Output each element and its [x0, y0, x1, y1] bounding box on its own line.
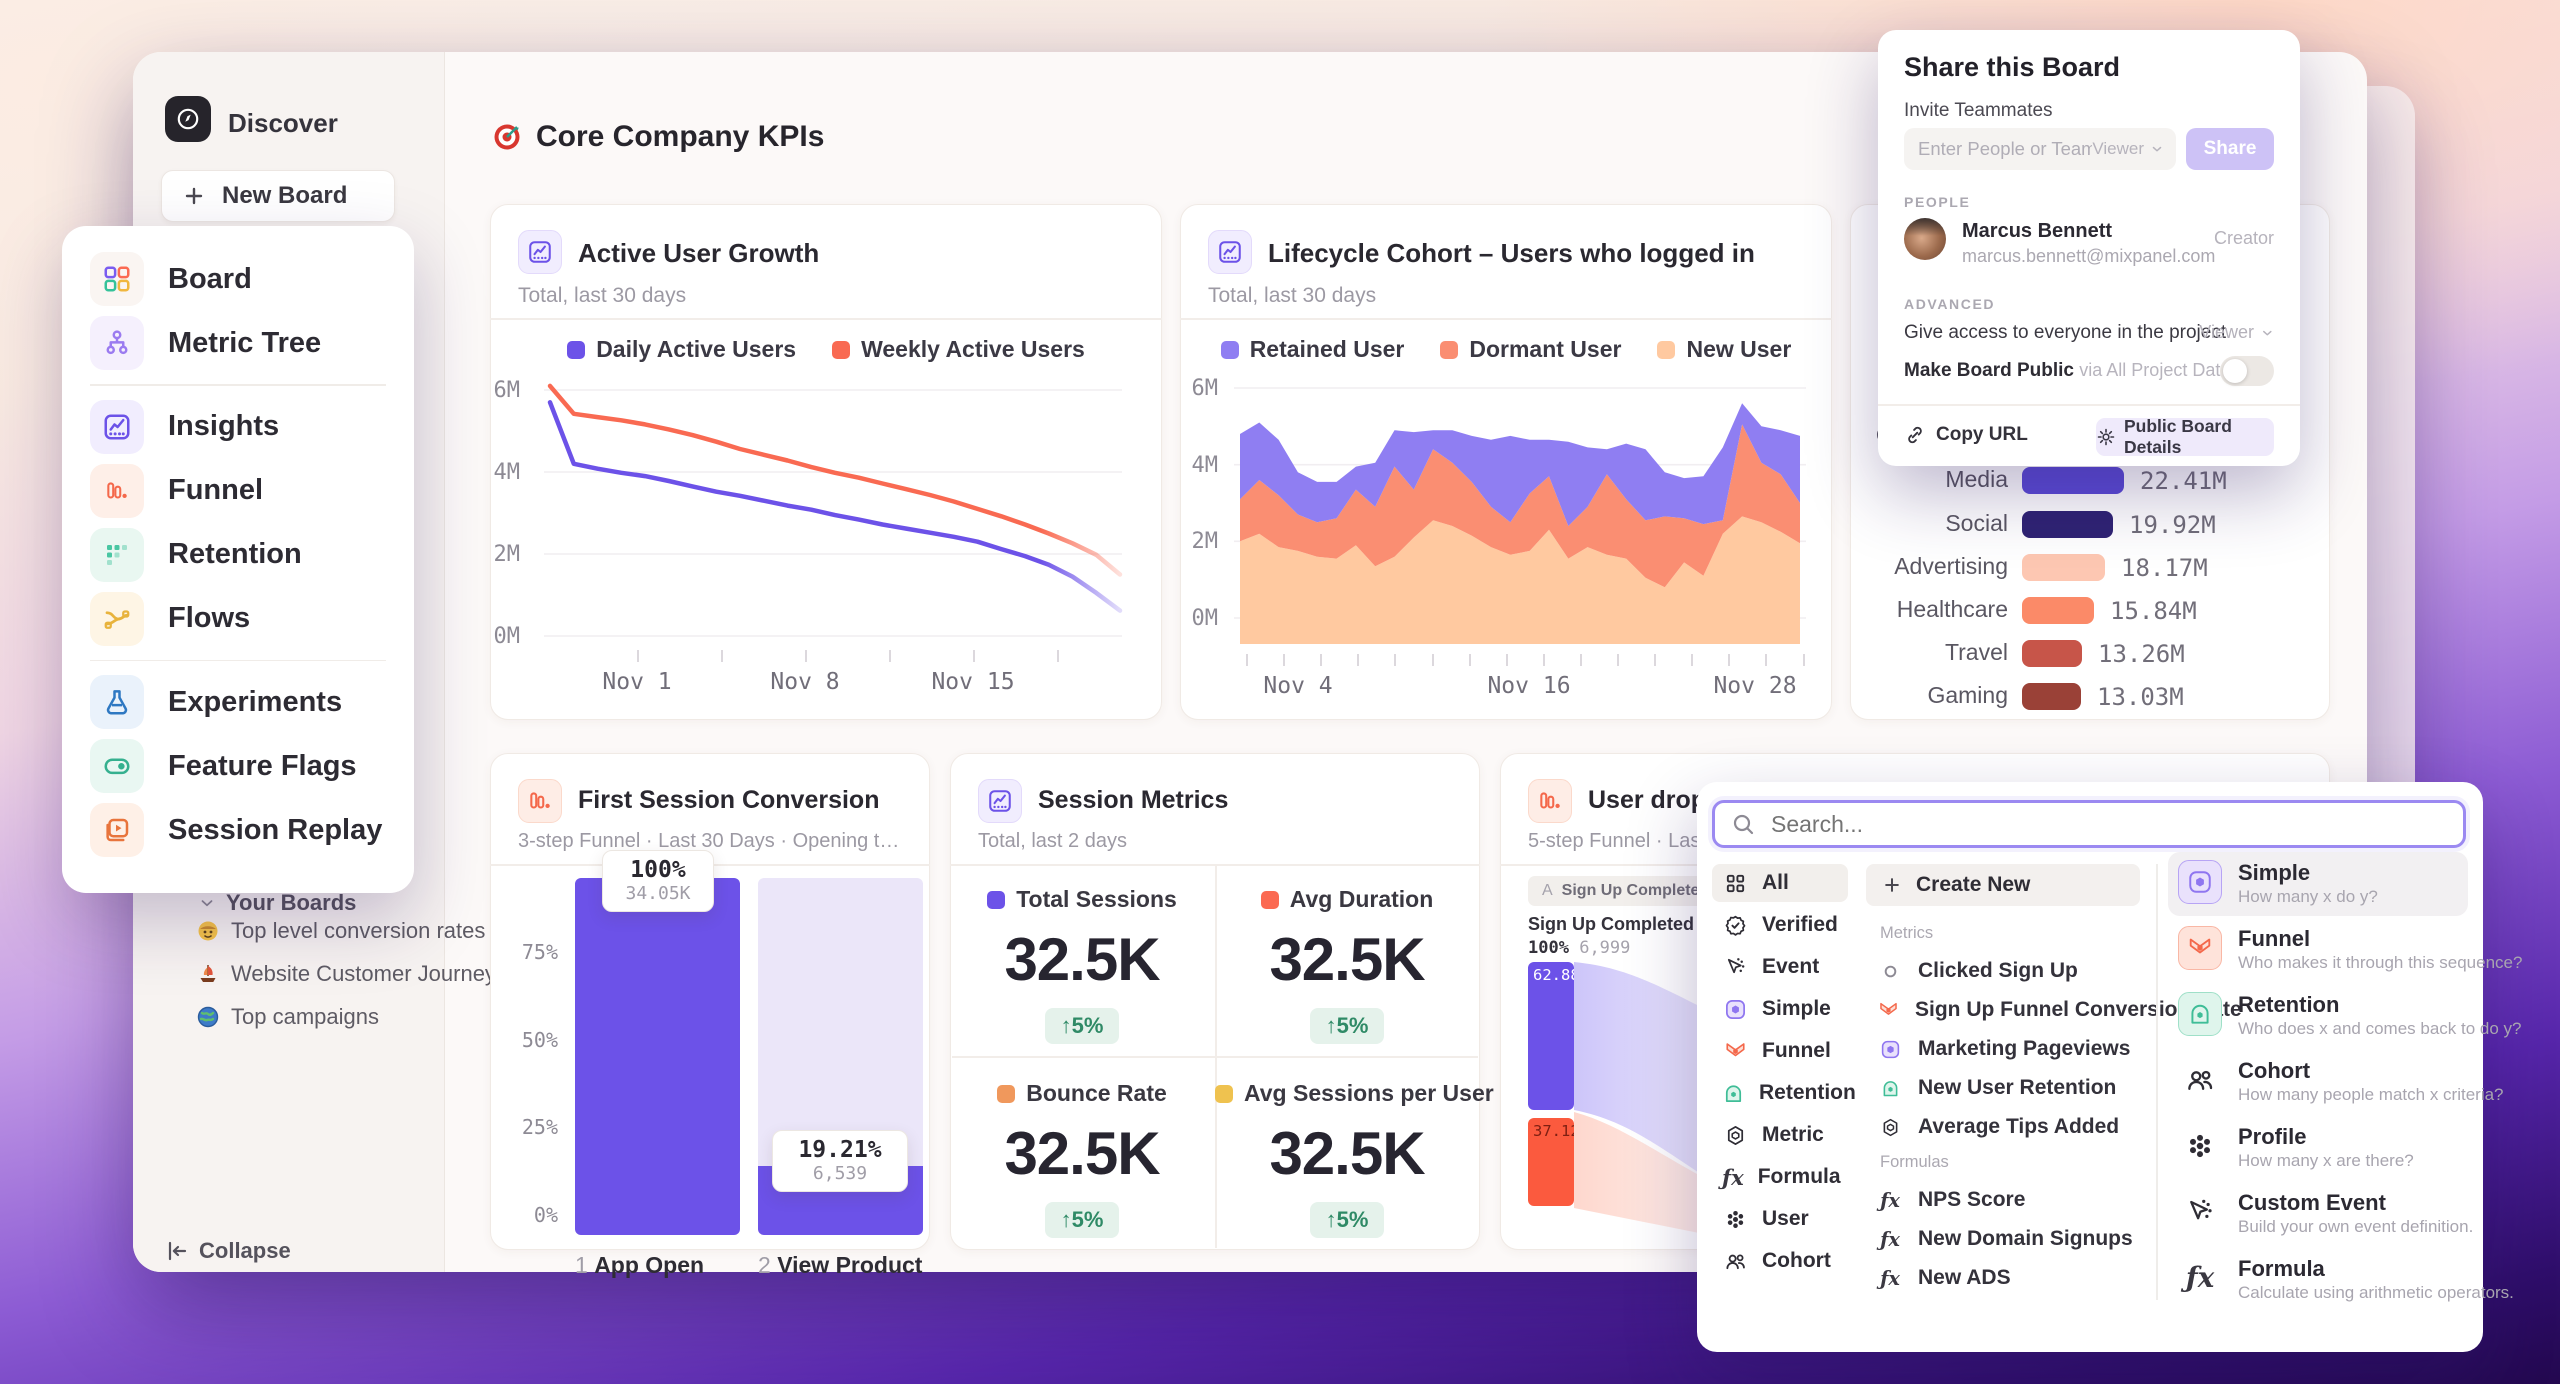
type-desc: How many people match x criteria? — [2238, 1084, 2504, 1106]
library-item-label: New ADS — [1918, 1266, 2011, 1290]
cohort-people-icon — [1722, 1250, 1748, 1273]
app-content-layer: Discover New Board Your Boards Top level… — [0, 0, 2560, 1384]
filter-label: Cohort — [1762, 1249, 1831, 1273]
filter-column: All Verified Event Simple Funnel Retention Met… — [1712, 864, 1848, 1284]
type-desc: Build your own event definition. — [2238, 1216, 2473, 1238]
funnel-shape-icon — [1878, 1000, 1899, 1021]
fx-icon: ƒx — [2178, 1256, 2222, 1300]
library-item[interactable]: Average Tips Added — [1866, 1111, 2140, 1143]
fx-icon: ƒx — [1878, 1229, 1902, 1250]
search-modal-content: All Verified Event Simple Funnel Retention Met… — [0, 0, 2560, 1384]
search-input-wrap — [1712, 800, 2466, 848]
search-input[interactable] — [1769, 810, 2409, 839]
fx-icon: ƒx — [1722, 1166, 1744, 1189]
filter-label: Verified — [1762, 913, 1838, 937]
retention-arch-icon — [2178, 992, 2222, 1036]
library-item-label: New User Retention — [1918, 1076, 2116, 1100]
type-desc: How many x are there? — [2238, 1150, 2414, 1172]
metric-hex-icon — [1722, 1124, 1748, 1147]
search-icon — [1731, 812, 1755, 836]
filter-all[interactable]: All — [1712, 864, 1848, 902]
library-item[interactable]: ƒx New Domain Signups — [1866, 1223, 2140, 1255]
retention-arch-icon — [1722, 1082, 1745, 1105]
grid-all-icon — [1722, 872, 1748, 895]
circle-sm-icon — [1878, 961, 1902, 982]
type-title: Retention — [2238, 992, 2522, 1018]
create-new-label: Create New — [1916, 873, 2030, 897]
simple-tile-icon — [2178, 860, 2222, 904]
type-card-cohort[interactable]: CohortHow many people match x criteria? — [2168, 1050, 2468, 1114]
filter-metric[interactable]: Metric — [1712, 1116, 1848, 1154]
section-label: Metrics — [1880, 924, 2140, 943]
filter-simple[interactable]: Simple — [1712, 990, 1848, 1028]
fx-icon: ƒx — [1878, 1190, 1902, 1211]
filter-cohort[interactable]: Cohort — [1712, 1242, 1848, 1280]
type-card-retention[interactable]: RetentionWho does x and comes back to do… — [2168, 984, 2468, 1048]
type-desc: Who makes it through this sequence? — [2238, 952, 2522, 974]
filter-label: Funnel — [1762, 1039, 1831, 1063]
filter-funnel[interactable]: Funnel — [1712, 1032, 1848, 1070]
library-item-label: Marketing Pageviews — [1918, 1037, 2130, 1061]
divider — [2156, 864, 2158, 1300]
type-desc: How many x do y? — [2238, 886, 2378, 908]
library-item[interactable]: Marketing Pageviews — [1866, 1033, 2140, 1065]
section-label: Formulas — [1880, 1153, 2140, 1172]
type-title: Funnel — [2238, 926, 2522, 952]
filter-label: User — [1762, 1207, 1809, 1231]
filter-formula[interactable]: ƒx Formula — [1712, 1158, 1848, 1196]
type-title: Profile — [2238, 1124, 2414, 1150]
funnel-shape-icon — [1722, 1040, 1748, 1063]
library-item-label: Clicked Sign Up — [1918, 959, 2078, 983]
user-flower-icon — [2178, 1124, 2222, 1168]
filter-retention[interactable]: Retention — [1712, 1074, 1848, 1112]
type-title: Cohort — [2238, 1058, 2504, 1084]
type-title: Custom Event — [2238, 1190, 2473, 1216]
filter-label: Event — [1762, 955, 1819, 979]
library-column: Create New Metrics Clicked Sign Up Sign Up … — [1866, 864, 2140, 1301]
library-item[interactable]: Clicked Sign Up — [1866, 955, 2140, 987]
simple-tile-icon — [1878, 1039, 1902, 1060]
filter-label: All — [1762, 871, 1789, 895]
metric-hex-icon — [1878, 1117, 1902, 1138]
type-card-formula[interactable]: ƒxFormulaCalculate using arithmetic oper… — [2168, 1248, 2468, 1312]
desktop-background: Discover New Board Your Boards Top level… — [0, 0, 2560, 1384]
library-item[interactable]: Sign Up Funnel Conversion Rate — [1866, 994, 2140, 1026]
create-new-button[interactable]: Create New — [1866, 864, 2140, 906]
library-item-label: New Domain Signups — [1918, 1227, 2133, 1251]
simple-tile-icon — [1722, 998, 1748, 1021]
event-spark-icon — [1722, 956, 1748, 979]
library-item[interactable]: ƒx NPS Score — [1866, 1184, 2140, 1216]
filter-verified[interactable]: Verified — [1712, 906, 1848, 944]
type-card-profile[interactable]: ProfileHow many x are there? — [2168, 1116, 2468, 1180]
type-card-simple[interactable]: SimpleHow many x do y? — [2168, 852, 2468, 916]
retention-arch-icon — [1878, 1078, 1902, 1099]
cohort-people-icon — [2178, 1058, 2222, 1102]
filter-label: Simple — [1762, 997, 1831, 1021]
type-desc: Who does x and comes back to do y? — [2238, 1018, 2522, 1040]
library-item-label: NPS Score — [1918, 1188, 2025, 1212]
library-item[interactable]: ƒx New ADS — [1866, 1262, 2140, 1294]
type-title: Formula — [2238, 1256, 2514, 1282]
library-item-label: Average Tips Added — [1918, 1115, 2119, 1139]
filter-event[interactable]: Event — [1712, 948, 1848, 986]
plus-icon — [1882, 875, 1902, 895]
filter-user[interactable]: User — [1712, 1200, 1848, 1238]
filter-label: Metric — [1762, 1123, 1824, 1147]
event-spark-icon — [2178, 1190, 2222, 1234]
type-card-custom-event[interactable]: Custom EventBuild your own event definit… — [2168, 1182, 2468, 1246]
verified-icon — [1722, 914, 1748, 937]
funnel-shape-icon — [2178, 926, 2222, 970]
filter-label: Formula — [1758, 1165, 1841, 1189]
user-flower-icon — [1722, 1208, 1748, 1231]
type-desc: Calculate using arithmetic operators. — [2238, 1282, 2514, 1304]
library-item[interactable]: New User Retention — [1866, 1072, 2140, 1104]
filter-label: Retention — [1759, 1081, 1856, 1105]
type-title: Simple — [2238, 860, 2378, 886]
type-card-funnel[interactable]: FunnelWho makes it through this sequence… — [2168, 918, 2468, 982]
fx-icon: ƒx — [1878, 1268, 1902, 1289]
